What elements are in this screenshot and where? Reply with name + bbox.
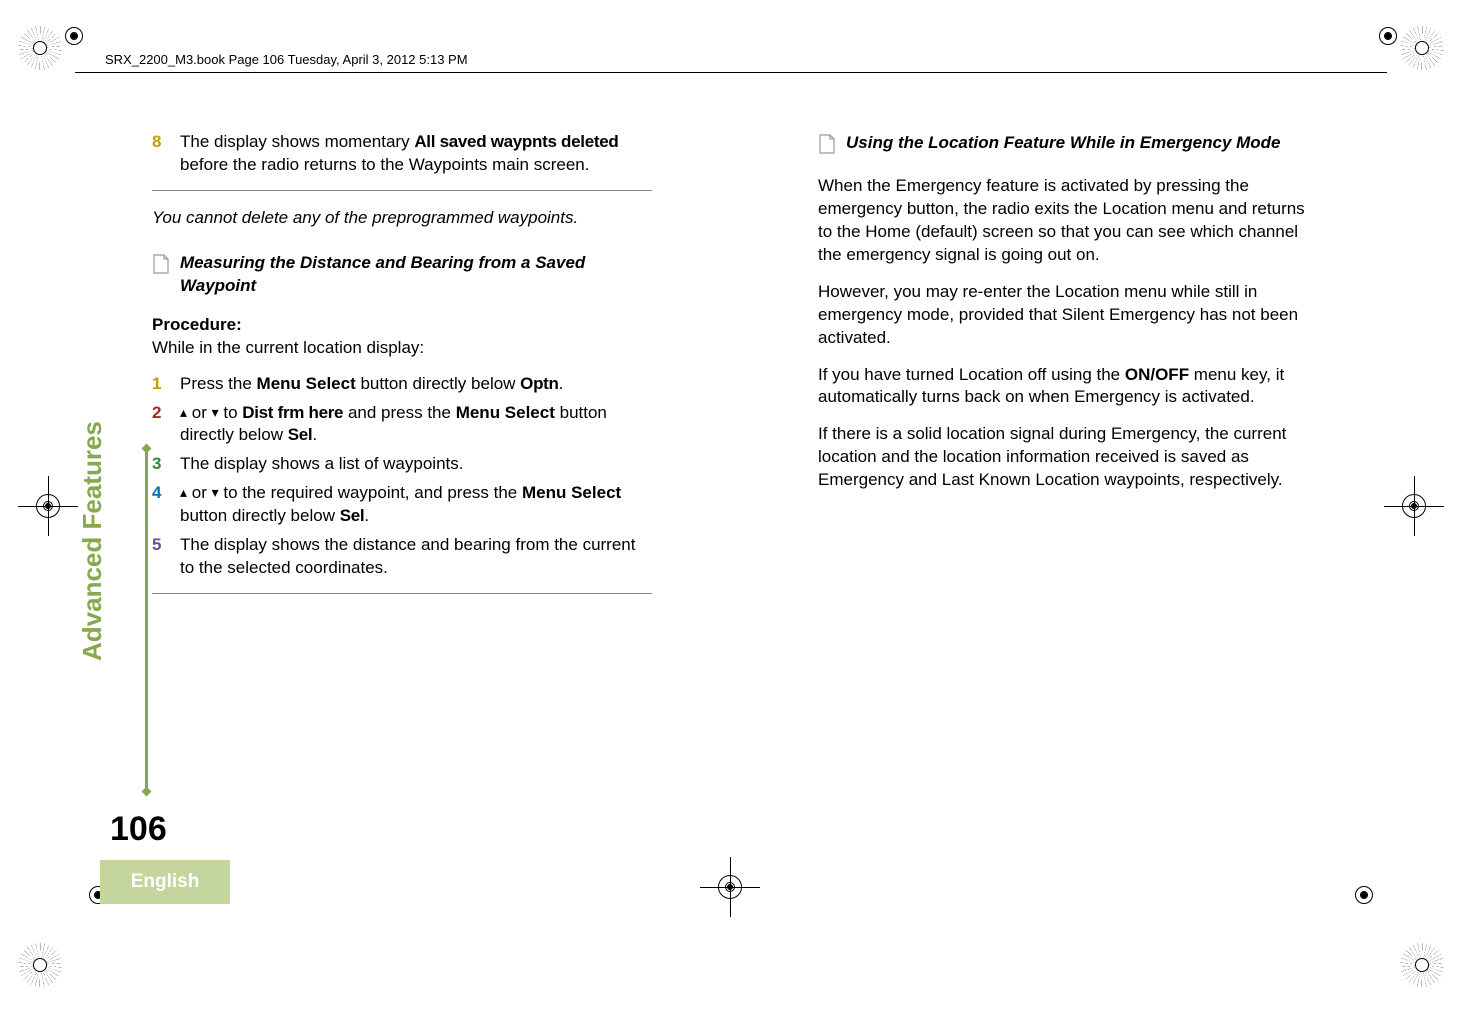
step-5: 5 The display shows the distance and bea…	[152, 531, 652, 583]
heading-text: Measuring the Distance and Bearing from …	[180, 252, 652, 298]
header-meta-text: SRX_2200_M3.book Page 106 Tuesday, April…	[105, 52, 468, 67]
up-arrow-icon	[180, 403, 187, 422]
step-body: The display shows the distance and beari…	[180, 534, 652, 580]
document-icon	[152, 254, 180, 281]
step-number: 1	[152, 373, 180, 396]
procedure-subtitle: While in the current location display:	[152, 337, 652, 360]
page-number: 106	[110, 810, 167, 849]
text: and press the	[343, 403, 455, 422]
separator-rule	[152, 190, 652, 191]
text: before the radio returns to the Waypoint…	[180, 155, 589, 174]
text: Press the	[180, 374, 257, 393]
text-bold: ON/OFF	[1125, 365, 1189, 384]
text: The display shows momentary	[180, 132, 414, 151]
left-column: 8 The display shows momentary All saved …	[152, 128, 652, 610]
text: or	[187, 483, 212, 502]
step-body: The display shows a list of waypoints.	[180, 453, 652, 476]
right-column: Using the Location Feature While in Emer…	[818, 128, 1318, 610]
paragraph: However, you may re-enter the Location m…	[818, 281, 1318, 350]
step-number: 8	[152, 131, 180, 177]
page: SRX_2200_M3.book Page 106 Tuesday, April…	[0, 0, 1462, 1013]
text: .	[364, 506, 369, 525]
section-label: Advanced Features	[77, 421, 108, 661]
step-4: 4 or to the required waypoint, and press…	[152, 479, 652, 531]
text-bold: Menu Select	[456, 403, 555, 422]
header-rule	[75, 72, 1387, 73]
step-number: 2	[152, 402, 180, 448]
step-number: 3	[152, 453, 180, 476]
registration-mark-icon	[1370, 18, 1406, 54]
crop-mark-icon	[1400, 943, 1444, 987]
step-body: Press the Menu Select button directly be…	[180, 373, 652, 396]
language-tab: English	[100, 860, 230, 904]
language-label: English	[131, 871, 200, 893]
step-2: 2 or to Dist frm here and press the Menu…	[152, 399, 652, 451]
step-number: 4	[152, 482, 180, 528]
heading-text: Using the Location Feature While in Emer…	[846, 132, 1318, 155]
down-arrow-icon	[212, 403, 219, 422]
paragraph: If there is a solid location signal duri…	[818, 423, 1318, 492]
content-area: 8 The display shows momentary All saved …	[152, 128, 1318, 610]
text: If you have turned Location off using th…	[818, 365, 1125, 384]
section-heading: Using the Location Feature While in Emer…	[818, 132, 1318, 161]
step-1: 1 Press the Menu Select button directly …	[152, 370, 652, 399]
separator-rule	[152, 593, 652, 594]
crop-mark-icon	[1400, 26, 1444, 70]
down-arrow-icon	[212, 483, 219, 502]
step-body: The display shows momentary All saved wa…	[180, 131, 652, 177]
display-text: Optn	[520, 374, 558, 393]
step-8: 8 The display shows momentary All saved …	[152, 128, 652, 180]
spine-bar	[145, 445, 148, 795]
crop-mark-icon	[18, 943, 62, 987]
text: .	[312, 425, 317, 444]
up-arrow-icon	[180, 483, 187, 502]
registration-mark-icon	[56, 18, 92, 54]
registration-mark-icon	[700, 857, 760, 917]
text: .	[559, 374, 564, 393]
display-text: All saved waypnts deleted	[414, 132, 618, 151]
section-heading: Measuring the Distance and Bearing from …	[152, 252, 652, 298]
text: to	[219, 403, 243, 422]
registration-mark-icon	[1346, 877, 1382, 913]
registration-mark-icon	[1384, 476, 1444, 536]
text-bold: Menu Select	[257, 374, 356, 393]
document-icon	[818, 134, 846, 161]
text: button directly below	[356, 374, 520, 393]
step-3: 3 The display shows a list of waypoints.	[152, 450, 652, 479]
text: button directly below	[180, 506, 340, 525]
text-bold: Menu Select	[522, 483, 621, 502]
display-text: Sel	[340, 506, 365, 525]
paragraph: If you have turned Location off using th…	[818, 364, 1318, 410]
note-text: You cannot delete any of the preprogramm…	[152, 207, 652, 230]
text: to the required waypoint, and press the	[219, 483, 522, 502]
display-text: Sel	[288, 425, 313, 444]
step-body: or to the required waypoint, and press t…	[180, 482, 652, 528]
paragraph: When the Emergency feature is activated …	[818, 175, 1318, 267]
step-body: or to Dist frm here and press the Menu S…	[180, 402, 652, 448]
registration-mark-icon	[18, 476, 78, 536]
step-number: 5	[152, 534, 180, 580]
procedure-label: Procedure:	[152, 314, 652, 337]
display-text: Dist frm here	[242, 403, 343, 422]
text: or	[187, 403, 212, 422]
